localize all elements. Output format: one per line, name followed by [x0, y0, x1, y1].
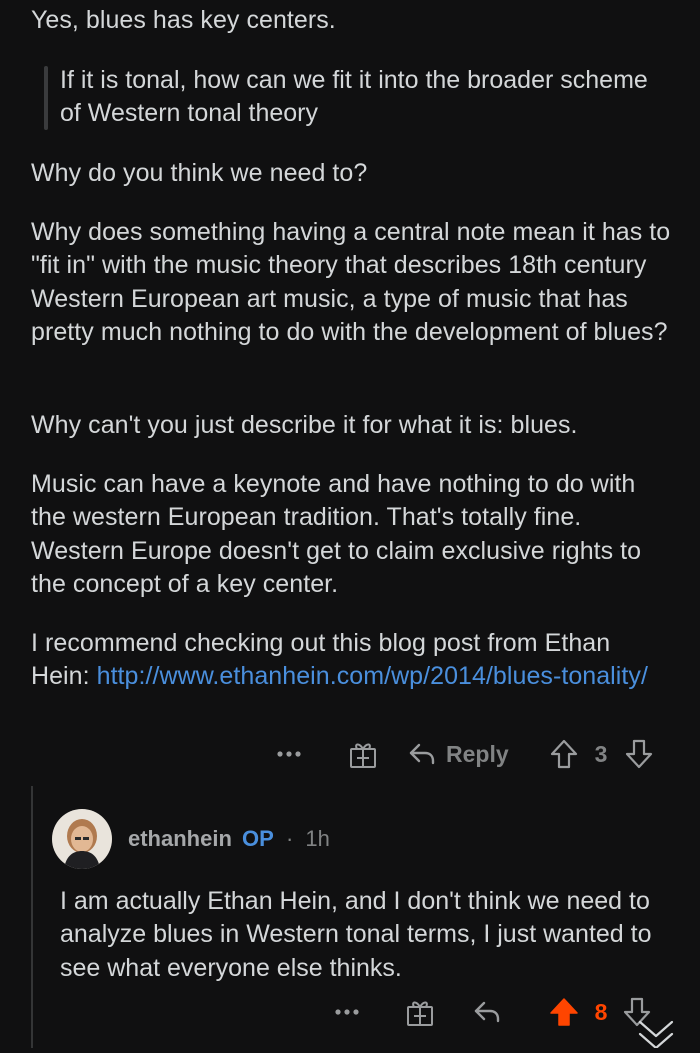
username[interactable]: ethanhein — [128, 826, 232, 851]
timestamp: 1h — [305, 826, 330, 851]
reply-label: Reply — [446, 740, 509, 767]
comment-paragraph: Music can have a keynote and have nothin… — [31, 470, 642, 599]
reply-meta: ethanhein OP · 1h — [128, 824, 330, 854]
vote-score-value: 3 — [594, 740, 608, 767]
downvote-arrow-icon — [625, 739, 653, 769]
award-button[interactable] — [403, 994, 437, 1030]
comment-paragraph: Yes, blues has key centers. — [31, 6, 336, 34]
comment-paragraph: Why do you think we need to? — [31, 159, 368, 187]
upvote-arrow-filled-icon — [550, 998, 578, 1026]
ellipsis-icon — [335, 1009, 359, 1015]
vote-score: 8 — [588, 992, 614, 1032]
comment-paragraph: Why does something having a central note… — [31, 218, 671, 347]
reply-button[interactable] — [470, 992, 504, 1032]
blog-post-link[interactable]: http://www.ethanhein.com/wp/2014/blues-t… — [97, 662, 648, 690]
more-options-button[interactable] — [272, 734, 306, 774]
reply-comment-text: I am actually Ethan Hein, and I don't th… — [60, 887, 652, 982]
vote-score-value: 8 — [594, 998, 608, 1025]
comment-paragraph-with-link: I recommend checking out this blog post … — [31, 627, 661, 694]
op-badge: OP — [242, 826, 274, 851]
chevron-down-icon — [638, 1020, 674, 1050]
vote-score: 3 — [588, 734, 614, 774]
blockquote: If it is tonal, how can we fit it into t… — [44, 66, 664, 130]
upvote-button-active[interactable] — [548, 994, 580, 1030]
upvote-button[interactable] — [549, 736, 579, 772]
more-options-button[interactable] — [330, 992, 364, 1032]
meta-separator: · — [285, 826, 294, 851]
comment-paragraph: Why can't you just describe it for what … — [31, 411, 578, 439]
award-button[interactable] — [346, 736, 380, 772]
reply-arrow-icon — [474, 1001, 500, 1023]
ellipsis-icon — [277, 751, 301, 757]
user-avatar-image — [52, 809, 112, 869]
blockquote-text: If it is tonal, how can we fit it into t… — [60, 66, 648, 128]
reply-arrow-icon — [409, 743, 435, 765]
blockquote-bar — [44, 66, 48, 130]
upvote-arrow-icon — [550, 739, 578, 769]
reply-button[interactable]: Reply — [408, 734, 512, 774]
avatar[interactable] — [52, 809, 112, 869]
reply-action-row: 8 — [0, 992, 700, 1032]
scroll-down-button[interactable] — [624, 1004, 688, 1050]
downvote-button[interactable] — [624, 736, 654, 772]
award-gift-icon — [407, 1001, 433, 1026]
comment-action-row: Reply 3 — [0, 734, 700, 774]
award-gift-icon — [350, 743, 376, 768]
